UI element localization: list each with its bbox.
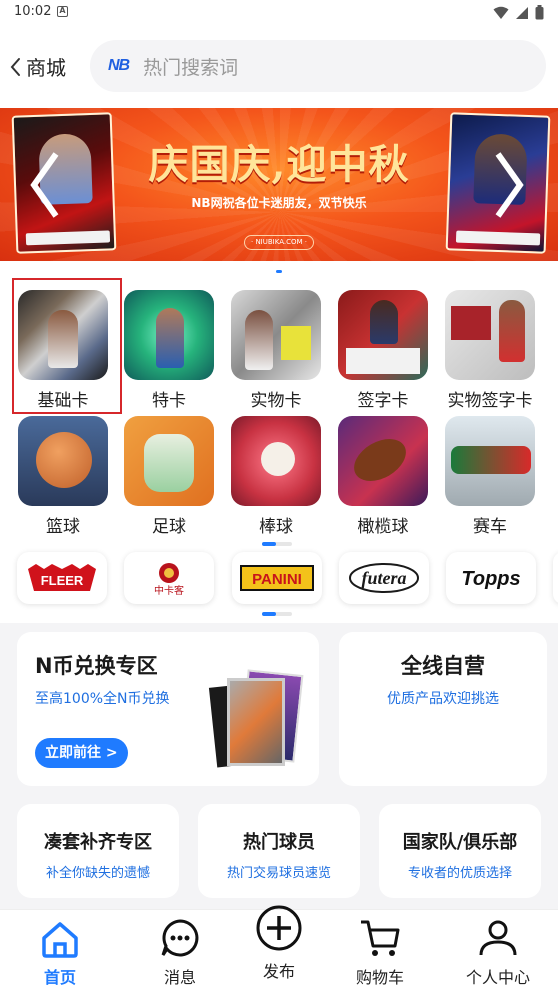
panini-logo-icon: PANINI: [240, 565, 314, 591]
category-football[interactable]: 橄榄球: [337, 416, 429, 537]
go-now-button[interactable]: 立即前往 >: [35, 738, 128, 768]
hot-players-card[interactable]: 热门球员 热门交易球员速览: [198, 804, 360, 898]
home-icon: [10, 910, 110, 958]
tab-label: 消息: [163, 968, 196, 987]
category-label: 实物签字卡: [447, 391, 533, 411]
mini-subtitle: 热门交易球员速览: [226, 866, 331, 881]
mini-title: 国家队/俱乐部: [402, 832, 518, 853]
brand-futera[interactable]: futera: [339, 552, 429, 604]
svg-text:FLEER: FLEER: [41, 573, 84, 588]
tab-home[interactable]: 首页: [10, 910, 110, 988]
category-label: 实物卡: [250, 391, 302, 411]
promo-title: 全线自营: [401, 654, 485, 678]
football-thumb: [338, 416, 428, 506]
category-label: 篮球: [46, 517, 80, 537]
bottom-tab-bar: 首页 消息 发布 购物车 个人中心: [0, 905, 558, 992]
mini-subtitle: 补全你缺失的遗憾: [45, 866, 150, 881]
search-input[interactable]: NB 热门搜索词: [90, 40, 546, 92]
category-baseball[interactable]: 棒球: [230, 416, 322, 537]
category-scroll-indicator: [262, 542, 292, 546]
memorabilia-card-thumb: [231, 290, 321, 380]
banner-page-indicator: [276, 270, 282, 273]
category-label: 特卡: [152, 391, 186, 411]
search-placeholder: 热门搜索词: [143, 56, 239, 79]
tab-label: 发布: [262, 962, 295, 981]
topps-logo-icon: Topps: [461, 568, 520, 590]
insert-card-thumb: [124, 290, 214, 380]
category-basketball[interactable]: 篮球: [17, 416, 109, 537]
category-soccer[interactable]: 足球: [123, 416, 215, 537]
national-club-card[interactable]: 国家队/俱乐部 专收者的优质选择: [379, 804, 541, 898]
brand-panini[interactable]: PANINI: [232, 552, 322, 604]
category-label: 赛车: [473, 517, 507, 537]
header: 商城 NB 热门搜索词: [0, 26, 558, 108]
category-racing[interactable]: 赛车: [444, 416, 536, 537]
brand-zhongkake[interactable]: 中卡客: [124, 552, 214, 604]
signal-icon: [516, 6, 528, 19]
svg-text:中卡客: 中卡客: [154, 584, 184, 597]
brand-scroll-indicator: [262, 612, 292, 616]
category-label: 签字卡: [357, 391, 409, 411]
selected-category-highlight: [12, 278, 122, 414]
brand-fleer[interactable]: FLEER: [17, 552, 107, 604]
mini-title: 热门球员: [243, 832, 315, 853]
promo-banner[interactable]: 庆国庆,迎中秋 NB网祝各位卡迷朋友，双节快乐 · NIUBIKA.COM ·: [0, 108, 558, 261]
tab-label: 首页: [43, 968, 76, 987]
category-patch-auto-card[interactable]: 实物签字卡: [444, 290, 536, 411]
brand-partial[interactable]: [553, 552, 558, 604]
category-label: 棒球: [259, 517, 293, 537]
status-bar: 10:02 A: [0, 0, 558, 26]
brand-row: FLEER 中卡客 PANINI futera Topps: [0, 552, 558, 606]
category-autograph-card[interactable]: 签字卡: [337, 290, 429, 411]
back-button[interactable]: 商城: [8, 52, 66, 81]
racing-thumb: [445, 416, 535, 506]
soccer-thumb: [124, 416, 214, 506]
baseball-thumb: [231, 416, 321, 506]
tab-label: 购物车: [355, 968, 404, 987]
nb-logo-icon: NB: [108, 57, 130, 74]
notification-a-icon: A: [57, 6, 68, 17]
publish-icon: [229, 904, 329, 952]
set-completion-card[interactable]: 凑套补齐专区 补全你缺失的遗憾: [17, 804, 179, 898]
n-coin-exchange-card[interactable]: N币兑换专区 至高100%全N币兑换 立即前往 >: [17, 632, 319, 786]
mini-title: 凑套补齐专区: [44, 832, 152, 853]
banner-title: 庆国庆,迎中秋: [148, 141, 410, 188]
self-run-card[interactable]: 全线自营 优质产品欢迎挑选: [339, 632, 547, 786]
chevron-left-icon: [10, 57, 20, 76]
brand-topps[interactable]: Topps: [446, 552, 536, 604]
svg-text:PANINI: PANINI: [252, 571, 302, 588]
tab-cart[interactable]: 购物车: [330, 910, 430, 988]
tab-profile[interactable]: 个人中心: [448, 910, 548, 988]
patch-auto-card-thumb: [445, 290, 535, 380]
svg-text:Topps: Topps: [461, 568, 520, 590]
zhongkake-logo-icon: 中卡客: [154, 563, 184, 597]
status-icons: [493, 5, 544, 20]
status-time: 10:02: [14, 4, 52, 19]
category-label: 橄榄球: [357, 517, 409, 537]
tab-messages[interactable]: 消息: [130, 910, 230, 988]
profile-icon: [448, 910, 548, 958]
battery-icon: [535, 5, 544, 20]
svg-text:futera: futera: [362, 568, 407, 588]
promo-subtitle: 优质产品欢迎挑选: [387, 691, 499, 707]
basketball-thumb: [18, 416, 108, 506]
category-memorabilia-card[interactable]: 实物卡: [230, 290, 322, 411]
banner-url: · NIUBIKA.COM ·: [244, 235, 314, 250]
back-label: 商城: [26, 56, 66, 80]
banner-subtitle: NB网祝各位卡迷朋友，双节快乐: [191, 196, 367, 210]
card-stack-image: [208, 658, 309, 768]
fleer-logo-icon: FLEER: [28, 564, 96, 591]
tab-label: 个人中心: [465, 968, 530, 987]
cart-icon: [330, 910, 430, 958]
autograph-card-thumb: [338, 290, 428, 380]
message-icon: [130, 910, 230, 958]
tab-publish[interactable]: 发布: [229, 904, 329, 982]
category-label: 足球: [152, 517, 186, 537]
futera-logo-icon: futera: [349, 563, 419, 593]
category-insert-card[interactable]: 特卡: [123, 290, 215, 411]
wifi-icon: [493, 6, 509, 19]
mini-subtitle: 专收者的优质选择: [407, 866, 512, 881]
